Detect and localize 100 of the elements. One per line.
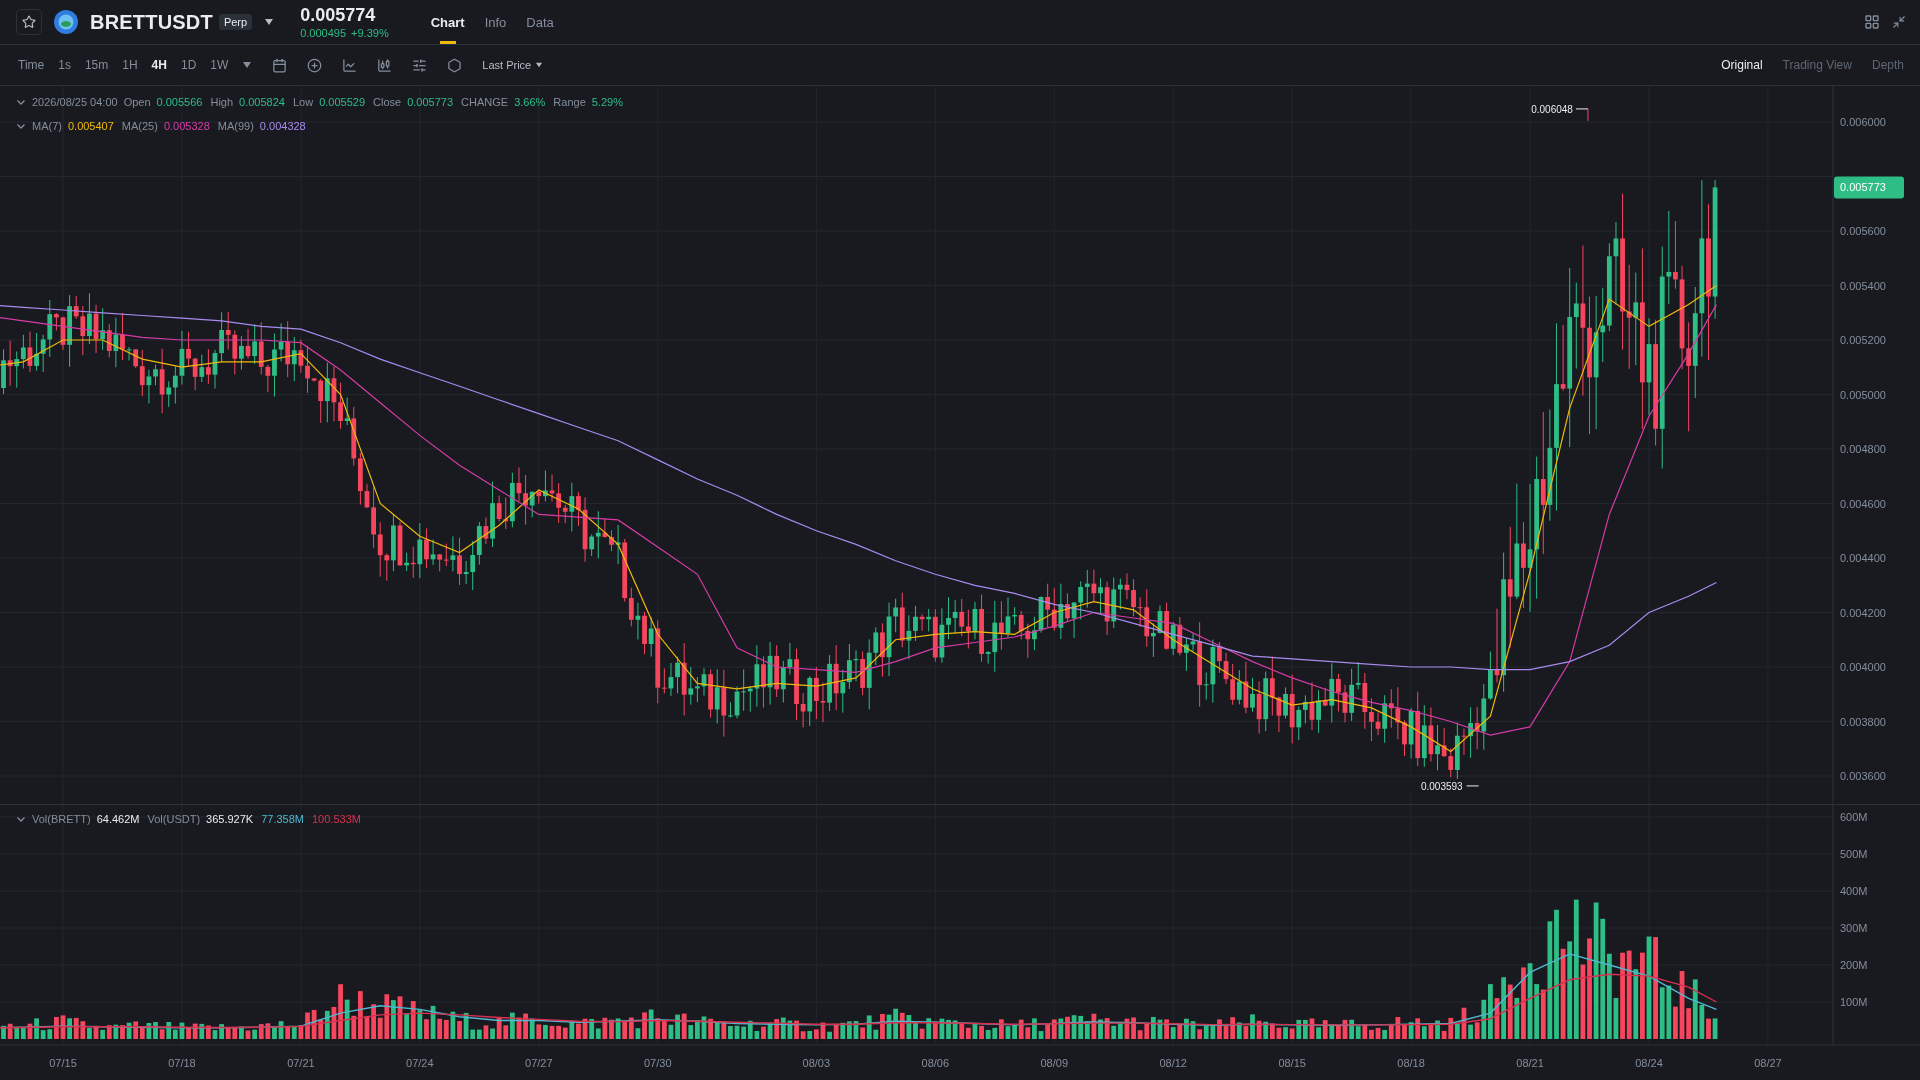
volume-axis-label: 100M xyxy=(1840,996,1868,1008)
coin-logo-icon xyxy=(54,10,78,35)
ohlc-value: 0.005529 xyxy=(319,96,366,108)
price-axis-label: 0.005600 xyxy=(1840,225,1886,237)
interval-button[interactable]: 1s xyxy=(58,58,71,73)
price-axis-label: 0.003600 xyxy=(1840,770,1886,782)
ohlc-label: Low xyxy=(292,96,314,108)
volume-axis-label: 300M xyxy=(1840,922,1868,934)
date-axis-label: 07/18 xyxy=(168,1057,196,1069)
hexagon-icon[interactable] xyxy=(447,57,463,73)
volume-value: 365.927K xyxy=(206,813,254,825)
date-axis-label: 08/18 xyxy=(1397,1057,1425,1069)
interval-button[interactable]: 1H xyxy=(122,58,138,73)
ma-value: 0.004328 xyxy=(259,120,306,132)
price-axis-label: 0.004800 xyxy=(1840,443,1886,455)
ma-value: 0.005328 xyxy=(163,120,210,132)
current-price-label: 0.005773 xyxy=(1840,181,1886,194)
leader-line xyxy=(1575,108,1589,110)
calendar-icon[interactable] xyxy=(272,57,288,73)
date-axis-label: 08/27 xyxy=(1754,1057,1782,1069)
volume-label: Vol(USDT) xyxy=(147,813,201,825)
date-axis-label: 08/12 xyxy=(1159,1057,1187,1069)
interval-button[interactable]: 1W xyxy=(210,58,229,73)
current-price-tag xyxy=(1834,176,1904,199)
collapse-icon[interactable] xyxy=(16,814,26,824)
ohlc-label: CHANGE xyxy=(461,96,509,108)
view-tab[interactable]: Chart xyxy=(428,0,467,45)
favorite-button[interactable] xyxy=(16,9,42,36)
date-axis-label: 07/30 xyxy=(644,1057,672,1069)
ohlc-label: Range xyxy=(553,96,586,108)
ohlc-label: Open xyxy=(123,96,151,108)
last-price: 0.005774 xyxy=(300,5,377,27)
symbol-name: BRETTUSDT xyxy=(90,10,213,34)
price-axis-label: 0.006000 xyxy=(1840,116,1886,128)
date-axis-label: 08/24 xyxy=(1635,1057,1663,1069)
volume-label: Vol(BRETT) xyxy=(32,813,91,825)
minimize-icon[interactable] xyxy=(1892,15,1906,30)
volume-value: 64.462M xyxy=(96,813,140,825)
volume-axis-label: 500M xyxy=(1840,848,1868,860)
price-change: 0.000495 xyxy=(300,27,347,40)
add-indicator-icon[interactable] xyxy=(307,57,323,73)
interval-button[interactable]: 4H xyxy=(151,58,167,73)
ma-label: MA(99) xyxy=(217,120,254,132)
price-axis-label: 0.005000 xyxy=(1840,388,1886,401)
sliders-icon[interactable] xyxy=(412,57,428,73)
ma-label: MA(7) xyxy=(32,120,62,132)
layout-grid-icon[interactable] xyxy=(1864,14,1880,31)
price-axis-label: 0.005200 xyxy=(1840,334,1886,346)
interval-button[interactable]: 15m xyxy=(84,58,109,73)
interval-button[interactable]: 1D xyxy=(180,58,197,73)
high-price-label: 0.006048 xyxy=(1531,103,1573,115)
ohlc-value: 0.005566 xyxy=(156,96,203,108)
leader-line xyxy=(1466,785,1480,787)
ohlc-value: 0.005824 xyxy=(239,96,285,108)
star-icon xyxy=(22,15,36,30)
chart-view-tab[interactable]: Trading View xyxy=(1776,58,1852,73)
candle-timestamp: 2026/08/25 04:00 xyxy=(32,96,118,108)
low-price-label: 0.003593 xyxy=(1420,780,1463,792)
price-axis-label: 0.005400 xyxy=(1840,279,1886,292)
price-axis-label: 0.003800 xyxy=(1840,715,1886,728)
ohlc-label: Close xyxy=(373,96,402,108)
date-axis-label: 07/27 xyxy=(525,1057,553,1069)
candlestick-icon[interactable] xyxy=(377,57,393,73)
collapse-icon[interactable] xyxy=(16,97,26,107)
volume-axis-label: 400M xyxy=(1840,885,1868,897)
interval-dropdown-icon[interactable] xyxy=(242,61,253,70)
interval-button[interactable]: Time xyxy=(18,58,45,73)
caret-icon xyxy=(535,62,544,69)
price-change-percent: +9.39% xyxy=(351,27,389,40)
price-axis-label: 0.004000 xyxy=(1840,661,1886,673)
line-chart-icon[interactable] xyxy=(342,57,358,73)
contract-type-badge: Perp xyxy=(218,14,253,31)
chart-view-tab[interactable]: Original xyxy=(1715,58,1763,73)
ohlc-value: 3.66% xyxy=(514,96,546,108)
date-axis-label: 08/15 xyxy=(1278,1057,1306,1069)
volume-value: 77.358M xyxy=(261,813,304,825)
date-axis-label: 08/09 xyxy=(1040,1057,1068,1069)
volume-value: 100.533M xyxy=(312,813,361,825)
date-axis-label: 07/24 xyxy=(406,1057,434,1069)
price-type-dropdown[interactable]: Last Price xyxy=(482,59,544,72)
chart-view-tab[interactable]: Depth xyxy=(1865,58,1904,73)
date-axis-label: 08/21 xyxy=(1516,1057,1544,1069)
date-axis-label: 08/06 xyxy=(921,1057,950,1069)
caret-icon[interactable] xyxy=(264,18,275,27)
view-tab[interactable]: Info xyxy=(482,0,509,45)
date-axis-label: 08/03 xyxy=(802,1057,831,1069)
date-axis-label: 07/15 xyxy=(49,1057,77,1069)
volume-axis-label: 600M xyxy=(1840,811,1868,823)
volume-axis-label: 200M xyxy=(1840,959,1868,971)
view-tab[interactable]: Data xyxy=(524,0,556,45)
ohlc-value: 0.005773 xyxy=(407,96,454,108)
ohlc-value: 5.29% xyxy=(591,96,623,108)
ma-label: MA(25) xyxy=(121,120,158,132)
price-axis-label: 0.004400 xyxy=(1840,552,1886,564)
price-axis-label: 0.004600 xyxy=(1840,497,1886,510)
collapse-icon[interactable] xyxy=(16,121,26,131)
ohlc-label: High xyxy=(210,96,234,108)
price-axis-label: 0.004200 xyxy=(1840,606,1886,619)
date-axis-label: 07/21 xyxy=(287,1057,315,1069)
ma-value: 0.005407 xyxy=(67,120,114,132)
